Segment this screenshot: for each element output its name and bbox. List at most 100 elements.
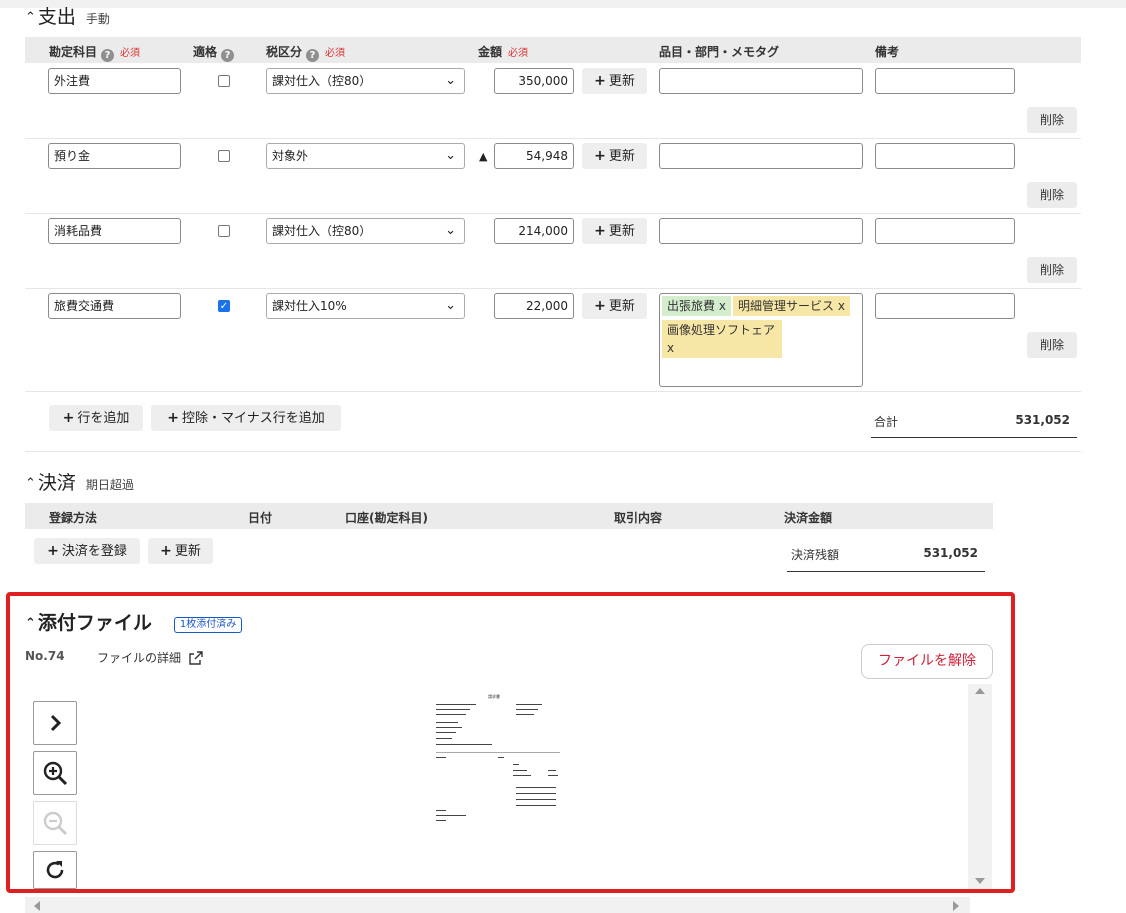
- tax-select-value: 課対仕入（控80）: [272, 74, 372, 88]
- eligible-checkbox[interactable]: [218, 150, 230, 162]
- chevron-down-icon: ⌄: [445, 298, 456, 313]
- help-icon[interactable]: ?: [101, 49, 115, 62]
- eligible-checkbox-checked[interactable]: ✓: [218, 300, 230, 312]
- balance-underline: [787, 571, 985, 572]
- amount-field[interactable]: 22,000: [494, 293, 574, 319]
- update-button-label: 更新: [608, 74, 635, 89]
- settlement-update-button[interactable]: + 更新: [148, 538, 213, 564]
- add-deduction-row-button[interactable]: + 控除・マイナス行を追加: [151, 405, 341, 431]
- amount-field[interactable]: 214,000: [494, 218, 574, 244]
- header-settle-amount: 決済金額: [784, 511, 833, 525]
- memo-tag-label: 画像処理ソフトェア: [667, 323, 776, 337]
- header-bank-account: 口座(勘定科目): [345, 511, 428, 525]
- header-notes: 備考: [875, 45, 900, 59]
- memo-tag[interactable]: 出張旅費 x: [662, 296, 731, 316]
- help-icon[interactable]: ?: [306, 49, 320, 62]
- update-button[interactable]: + 更新: [582, 218, 647, 244]
- notes-field[interactable]: [875, 143, 1015, 169]
- delete-button[interactable]: 削除: [1027, 182, 1077, 208]
- header-detail: 取引内容: [614, 511, 663, 525]
- notes-field[interactable]: [875, 68, 1015, 94]
- delete-button[interactable]: 削除: [1027, 107, 1077, 133]
- chevron-down-icon: ⌄: [445, 148, 456, 163]
- tax-select[interactable]: 対象外 ⌄: [266, 143, 465, 169]
- balance-value: 531,052: [923, 546, 978, 560]
- tags-field[interactable]: [659, 143, 863, 169]
- total-underline: [871, 437, 1077, 438]
- expense-title: 支出: [37, 6, 76, 28]
- header-tags: 品目・部門・メモタグ: [659, 45, 780, 59]
- eligible-checkbox[interactable]: [218, 75, 230, 87]
- memo-tag[interactable]: 明細管理サービス x: [733, 296, 850, 316]
- balance-label: 決済残額: [791, 548, 840, 562]
- eligible-checkbox[interactable]: [218, 225, 230, 237]
- plus-icon: +: [47, 543, 59, 559]
- header-method: 登録方法: [49, 511, 98, 525]
- attachment-highlight-box: [6, 592, 1015, 893]
- account-field[interactable]: 消耗品費: [48, 218, 181, 244]
- tax-select-value: 課対仕入（控80）: [272, 224, 372, 238]
- account-field[interactable]: 外注費: [48, 68, 181, 94]
- update-button[interactable]: + 更新: [582, 293, 647, 319]
- update-button[interactable]: + 更新: [582, 143, 647, 169]
- row-divider: [25, 138, 1081, 139]
- tax-select-value: 対象外: [272, 149, 309, 163]
- account-field[interactable]: 預り金: [48, 143, 181, 169]
- settlement-update-label: 更新: [174, 544, 201, 559]
- update-button-label: 更新: [608, 299, 635, 314]
- plus-icon: +: [594, 148, 606, 164]
- expense-table-header: 勘定科目? 必須 適格? 税区分? 必須 金額 必須 品目・部門・メモタグ 備考: [25, 37, 1081, 63]
- chevron-up-icon[interactable]: ⌃: [25, 10, 36, 25]
- tax-select[interactable]: 課対仕入（控80） ⌄: [266, 68, 465, 94]
- required-badge: 必須: [120, 48, 141, 59]
- settlement-table-header: 登録方法 日付 口座(勘定科目) 取引内容 決済金額: [25, 503, 993, 529]
- memo-tag[interactable]: 画像処理ソフトェア x: [662, 320, 782, 358]
- header-account: 勘定科目: [49, 45, 98, 59]
- notes-field[interactable]: [875, 293, 1015, 319]
- plus-icon: +: [594, 73, 606, 89]
- chevron-down-icon: ⌄: [445, 73, 456, 88]
- expense-mode: 手動: [85, 12, 110, 26]
- header-date: 日付: [248, 511, 273, 525]
- header-eligible: 適格: [193, 45, 218, 59]
- settlement-section-header[interactable]: ⌃ 決済 期日超過: [25, 468, 134, 495]
- deduction-marker: ▲: [479, 150, 488, 163]
- row-divider: [25, 288, 1081, 289]
- settlement-title: 決済: [37, 472, 76, 494]
- row-divider: [25, 391, 1081, 392]
- expense-section-header[interactable]: ⌃ 支出 手動: [25, 2, 110, 29]
- header-amount: 金額: [478, 45, 503, 59]
- plus-icon: +: [167, 410, 179, 426]
- delete-button[interactable]: 削除: [1027, 332, 1077, 358]
- notes-field[interactable]: [875, 218, 1015, 244]
- scroll-left-icon[interactable]: [34, 901, 40, 911]
- plus-icon: +: [594, 223, 606, 239]
- add-row-label: 行を追加: [77, 411, 130, 426]
- header-tax: 税区分: [266, 45, 303, 59]
- register-settlement-button[interactable]: + 決済を登録: [34, 538, 140, 564]
- account-field[interactable]: 旅費交通費: [48, 293, 181, 319]
- remove-tag-icon[interactable]: x: [667, 339, 777, 357]
- top-strip: [0, 0, 1126, 8]
- plus-icon: +: [594, 298, 606, 314]
- settlement-status: 期日超過: [85, 478, 134, 492]
- chevron-up-icon[interactable]: ⌃: [25, 476, 36, 491]
- tax-select-value: 課対仕入10%: [272, 299, 347, 313]
- delete-button[interactable]: 削除: [1027, 257, 1077, 283]
- tags-field[interactable]: [659, 68, 863, 94]
- total-value: 531,052: [1015, 413, 1070, 427]
- plus-icon: +: [160, 543, 172, 559]
- tax-select[interactable]: 課対仕入10% ⌄: [266, 293, 465, 319]
- add-row-button[interactable]: + 行を追加: [49, 405, 143, 431]
- row-divider: [25, 213, 1081, 214]
- amount-field[interactable]: 350,000: [494, 68, 574, 94]
- scroll-right-icon[interactable]: [953, 901, 959, 911]
- tags-field[interactable]: [659, 218, 863, 244]
- register-settlement-label: 決済を登録: [61, 544, 127, 559]
- horizontal-scrollbar[interactable]: [25, 897, 970, 913]
- required-badge: 必須: [325, 48, 346, 59]
- tax-select[interactable]: 課対仕入（控80） ⌄: [266, 218, 465, 244]
- update-button[interactable]: + 更新: [582, 68, 647, 94]
- amount-field[interactable]: 54,948: [494, 143, 574, 169]
- help-icon[interactable]: ?: [221, 49, 235, 62]
